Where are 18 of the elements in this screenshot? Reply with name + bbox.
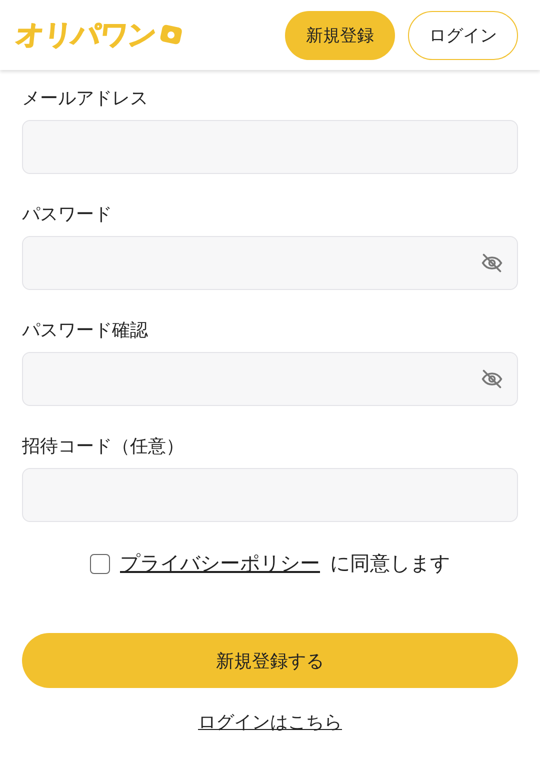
field-label: メールアドレス <box>22 87 149 110</box>
hidden-eye-icon[interactable] <box>481 368 503 390</box>
login-link[interactable]: ログインはこちら <box>198 710 342 734</box>
input-field[interactable] <box>22 352 518 406</box>
hidden-eye-icon[interactable] <box>481 252 503 274</box>
logo-text: オリパワン <box>14 17 158 53</box>
register-submit-button[interactable]: 新規登録する <box>22 633 518 688</box>
field-label: パスワード <box>22 203 113 226</box>
privacy-policy-link[interactable]: プライバシーポリシー <box>120 550 320 577</box>
input-field[interactable] <box>22 236 518 290</box>
field-label: パスワード確認 <box>22 319 149 342</box>
login-button[interactable]: ログイン <box>408 10 518 60</box>
register-button[interactable]: 新規登録 <box>285 10 395 60</box>
input-field[interactable] <box>22 468 518 522</box>
agreement-text: に同意します <box>330 550 450 577</box>
input-field[interactable] <box>22 120 518 174</box>
field-label: 招待コード（任意） <box>22 435 185 458</box>
checkbox[interactable] <box>90 554 110 574</box>
